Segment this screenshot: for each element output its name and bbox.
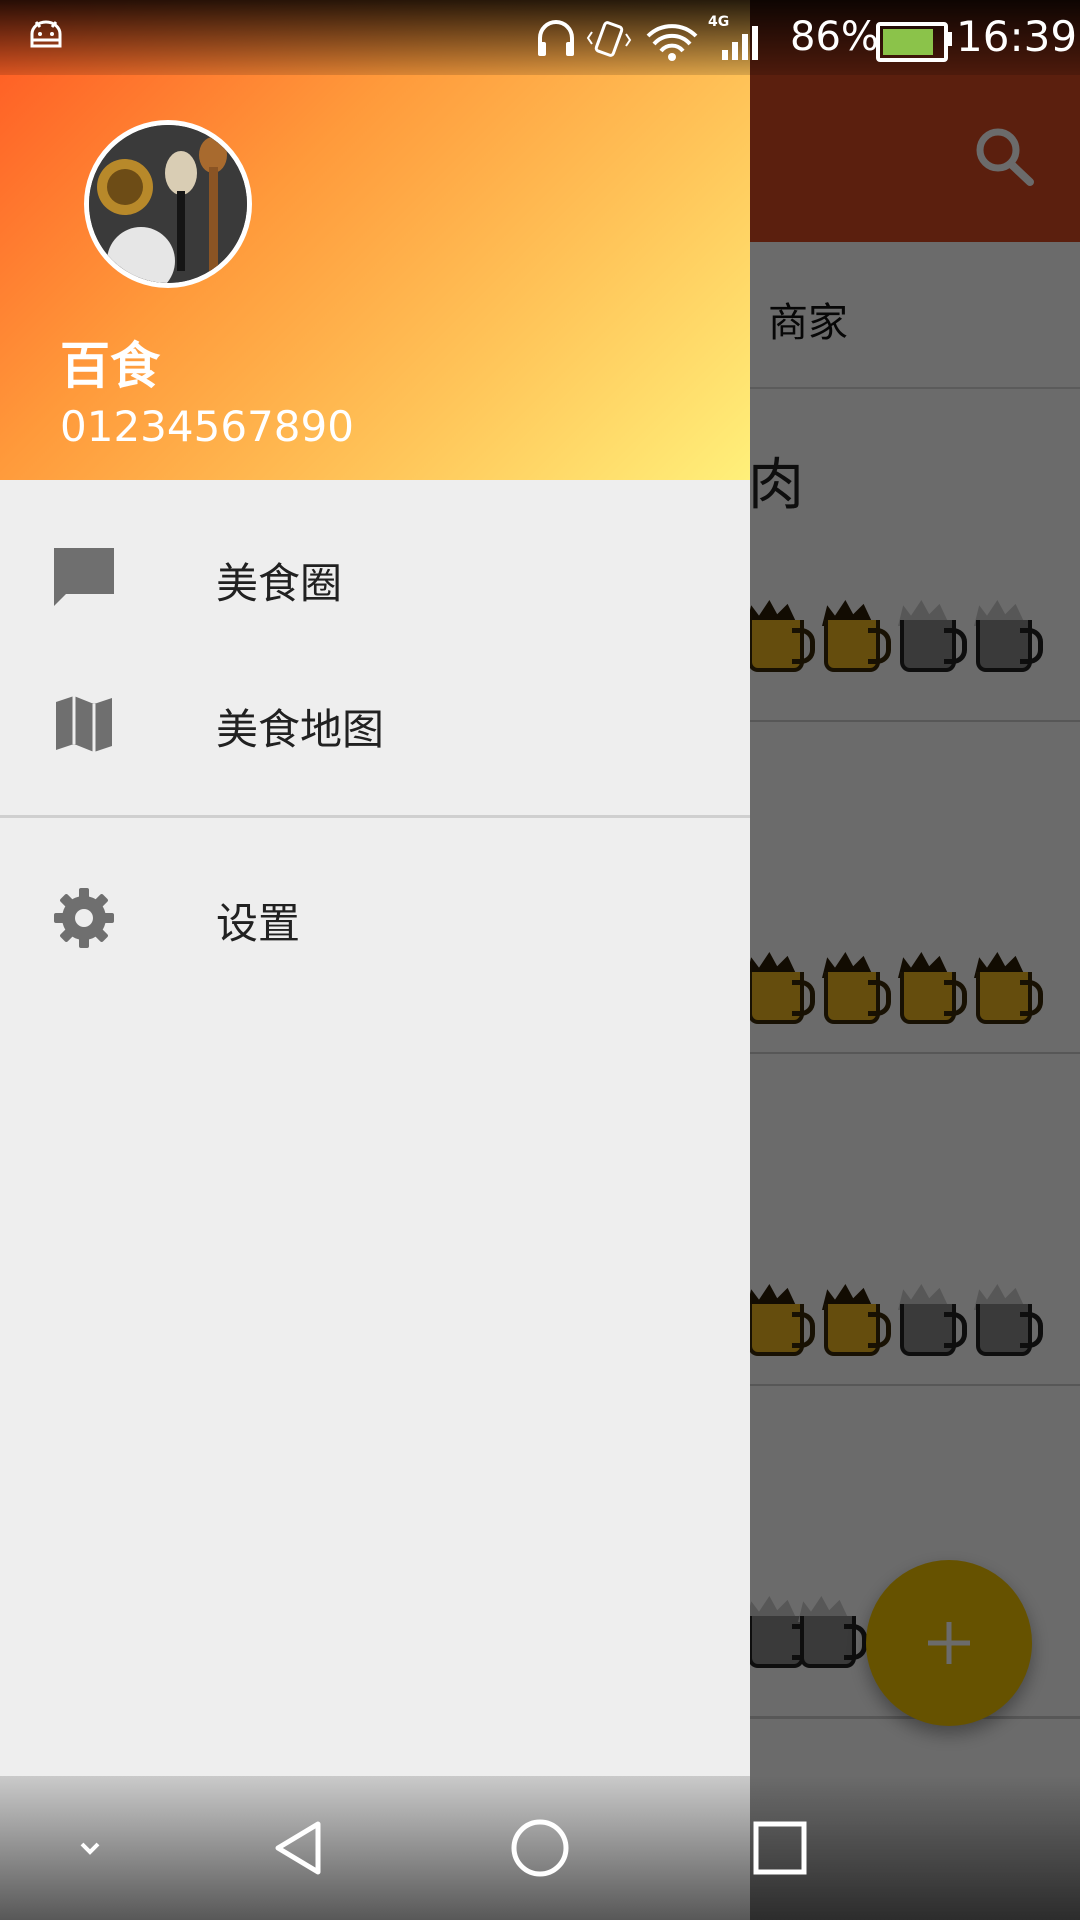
chat-icon [54,548,114,606]
user-phone: 01234567890 [60,402,354,451]
user-name: 百食 [60,337,160,395]
menu-item-label: 美食地图 [216,705,385,754]
chevron-down-icon[interactable] [46,1804,134,1892]
battery-charging-icon [876,22,948,62]
navigation-bar [0,1776,1080,1920]
menu-item-label: 美食圈 [216,559,343,608]
recents-icon[interactable] [736,1804,824,1892]
status-bar: 4G 86% 16:39 [0,0,1080,75]
battery-percent: 86% [790,14,879,60]
menu-item-label: 设置 [216,899,301,948]
spices-photo [89,125,247,283]
map-icon [56,696,112,752]
network-type-label: 4G [708,14,729,30]
avatar[interactable] [84,120,252,288]
signal-icon [722,26,758,60]
vibrate-icon [586,21,632,57]
status-icons: 4G [538,14,758,61]
menu-divider [0,815,750,818]
home-icon[interactable] [496,1804,584,1892]
menu-item-food-circle[interactable]: 美食圈 [0,506,750,646]
navigation-drawer: 百食 01234567890 美食圈 美食地图 设置 [0,0,750,1920]
headphones-icon [538,20,574,56]
menu-item-settings[interactable]: 设置 [0,846,750,986]
back-icon[interactable] [256,1804,344,1892]
wifi-icon [646,24,698,61]
gear-icon [54,888,114,948]
menu-item-food-map[interactable]: 美食地图 [0,652,750,792]
clock: 16:39 [956,12,1078,61]
android-icon [30,20,62,48]
